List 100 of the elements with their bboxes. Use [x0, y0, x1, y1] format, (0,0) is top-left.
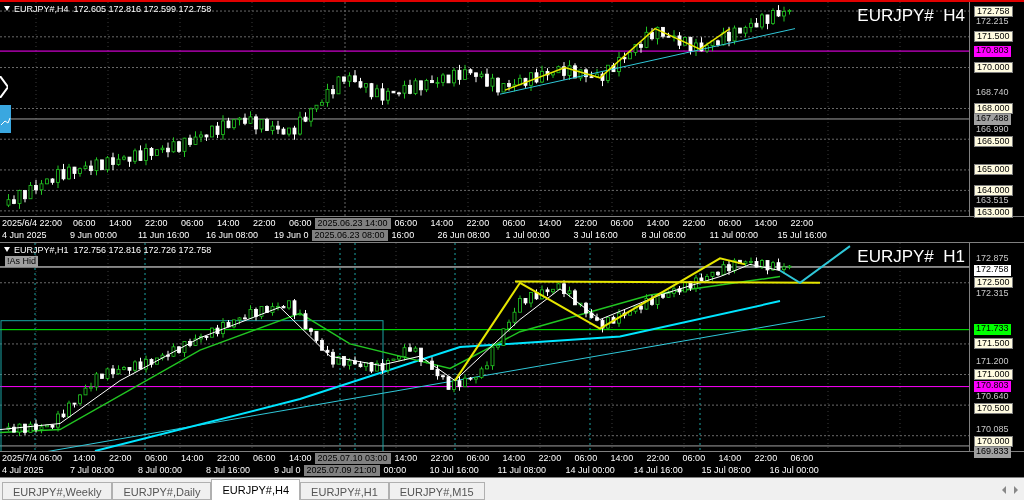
date-label: 11 Jul 00:00	[709, 230, 759, 241]
time-label: 06:00	[574, 452, 599, 464]
date-label: 15 Jul 08:00	[701, 465, 752, 476]
date-label: 8 Jul 00:00	[138, 465, 184, 476]
date-label: 8 Jul 16:00	[206, 465, 252, 476]
date-label: 16 Jul 00:00	[769, 465, 820, 476]
date-label: 7 Jul 08:00	[70, 465, 116, 476]
time-label: 2025.07.10 03:00	[314, 452, 391, 464]
price-label: 171.500	[974, 338, 1013, 350]
chart-header: EURJPY#,H1 172.756 172.816 172.726 172.758	[14, 246, 212, 255]
time-label: 22:00	[574, 217, 599, 229]
time-label: 2025/6/4 22:00	[2, 217, 64, 229]
date-label: 11 Jun 16:00	[138, 230, 191, 241]
price-label: 172.758	[974, 265, 1011, 277]
date-label: 19 Jun 0	[274, 230, 309, 241]
time-label: 22:00	[430, 452, 455, 464]
chart-title: EURJPY# H1	[857, 248, 965, 265]
date-label: 4 Jul 2025	[2, 465, 45, 476]
time-label: 22:00	[217, 452, 241, 464]
time-label: 22:00	[466, 217, 491, 229]
date-label: 15 Jul 16:00	[777, 230, 828, 241]
chart-header: EURJPY#,H4 172.605 172.816 172.599 172.758	[14, 5, 212, 14]
time-label: 2025/7/4 06:00	[2, 452, 64, 464]
date-label: 11 Jul 08:00	[497, 465, 547, 476]
date-label: 8 Jul 08:00	[641, 230, 687, 241]
time-label: 06:00	[466, 452, 491, 464]
price-label: 169.833	[974, 447, 1011, 458]
chart-tab[interactable]: EURJPY#,H4	[211, 479, 301, 500]
time-label: 22:00	[790, 217, 815, 229]
price-label: 170.640	[975, 392, 1010, 404]
date-label: 16:00	[391, 230, 416, 241]
time-label: 06:00	[682, 452, 707, 464]
time-label: 14:00	[109, 217, 133, 229]
date-label: 10 Jul 16:00	[429, 465, 480, 476]
time-label: 22:00	[646, 452, 671, 464]
price-label: 166.990	[975, 125, 1010, 136]
time-label: 14:00	[73, 452, 97, 464]
price-label: 172.500	[974, 277, 1013, 289]
time-label: 14:00	[646, 217, 671, 229]
time-label: 06:00	[253, 452, 277, 464]
price-label: 163.515	[975, 195, 1010, 207]
price-label: 167.488	[974, 114, 1011, 125]
time-label: 2025.06.23 14:00	[314, 217, 391, 229]
date-label: 00:00	[383, 465, 408, 476]
time-label: 22:00	[754, 452, 779, 464]
time-label: 14:00	[610, 452, 635, 464]
price-label: 163.000	[974, 206, 1013, 218]
time-label: 06:00	[145, 452, 169, 464]
time-label: 06:00	[181, 217, 205, 229]
time-label: 22:00	[538, 452, 563, 464]
time-label: 06:00	[718, 217, 743, 229]
date-label: 4 Jun 2025	[2, 230, 48, 241]
price-label: 172.315	[975, 288, 1010, 300]
time-label: 14:00	[718, 452, 743, 464]
date-label: 16 Jun 08:00	[206, 230, 260, 241]
price-label: 170.803	[974, 381, 1011, 393]
price-label: 172.875	[975, 254, 1010, 266]
price-label: 171.000	[974, 369, 1013, 380]
date-label: 2025.07.09 21:00	[303, 465, 380, 476]
date-label: 9 Jul 0	[274, 465, 301, 476]
date-label: 1 Jul 00:00	[505, 230, 551, 241]
time-label: 14:00	[430, 217, 455, 229]
price-label: 171.500	[974, 31, 1013, 43]
time-label: 06:00	[289, 217, 312, 229]
time-label: 22:00	[253, 217, 277, 229]
price-label: 172.215	[975, 16, 1010, 28]
time-label: 22:00	[682, 217, 707, 229]
date-label: 14 Jul 00:00	[565, 465, 616, 476]
time-label: 14:00	[538, 217, 563, 229]
price-label: 170.500	[974, 403, 1013, 415]
price-label: 171.733	[974, 324, 1011, 336]
price-label: 170.085	[975, 425, 1010, 436]
chart-tab[interactable]: EURJPY#,Weekly	[2, 482, 113, 500]
price-label: 168.000	[974, 103, 1013, 114]
date-label: 9 Jun 00:00	[70, 230, 119, 241]
price-label: 170.000	[974, 62, 1013, 73]
price-label: 166.500	[974, 136, 1013, 147]
time-label: 06:00	[394, 217, 419, 229]
time-label: 22:00	[109, 452, 133, 464]
time-label: 14:00	[181, 452, 205, 464]
price-label: 164.000	[974, 184, 1013, 196]
hide-button[interactable]: !As Hid	[5, 256, 38, 267]
chart-tab[interactable]: EURJPY#,M15	[388, 482, 485, 500]
time-label: 06:00	[73, 217, 97, 229]
date-label: 26 Jun 08:00	[437, 230, 491, 241]
price-label: 171.200	[975, 356, 1010, 368]
time-label: 14:00	[502, 452, 527, 464]
date-label: 3 Jul 16:00	[573, 230, 619, 241]
chart-title: EURJPY# H4	[857, 7, 965, 24]
time-label: 06:00	[610, 217, 635, 229]
chart-tab[interactable]: EURJPY#,Daily	[112, 482, 212, 500]
time-label: 06:00	[502, 217, 527, 229]
time-label: 14:00	[394, 452, 419, 464]
time-label: 14:00	[217, 217, 241, 229]
time-label: 14:00	[289, 452, 312, 464]
price-label: 172.758	[974, 5, 1013, 17]
chart-tab[interactable]: EURJPY#,H1	[300, 482, 389, 500]
time-label: 22:00	[145, 217, 169, 229]
price-label: 168.740	[975, 87, 1010, 99]
time-label: 14:00	[754, 217, 779, 229]
